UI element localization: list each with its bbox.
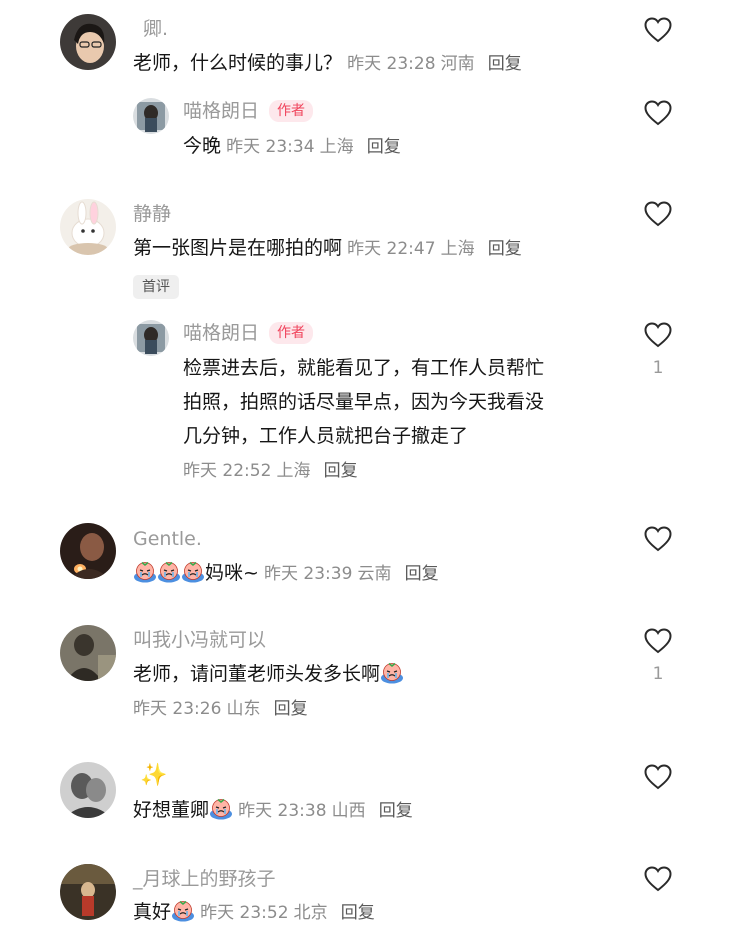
- comment-row: 好想董卿 昨天 23:38 山西 回复: [133, 798, 413, 823]
- comment-text: 好想董卿: [133, 799, 210, 821]
- reply-button[interactable]: 回复: [488, 239, 522, 259]
- comment-location: 山西: [331, 801, 366, 821]
- comment-location: 上海: [276, 461, 311, 481]
- comment-text: 妈咪~: [205, 562, 259, 584]
- reply-header: 喵格朗日 作者: [183, 99, 314, 123]
- comment-time: 昨天 23:28: [347, 54, 436, 74]
- comment-text: 第一张图片是在哪拍的啊: [133, 237, 343, 259]
- crying-emoji-icon: [181, 561, 205, 583]
- reply-header: 喵格朗日 作者: [183, 321, 314, 345]
- crying-emoji-icon: [171, 900, 195, 922]
- heart-outline-icon[interactable]: [644, 17, 672, 43]
- heart-outline-icon[interactable]: [644, 526, 672, 552]
- like-count: 1: [652, 358, 664, 378]
- heart-outline-icon[interactable]: [644, 100, 672, 126]
- comment-time: 昨天 23:26: [133, 699, 222, 719]
- author-badge: 作者: [269, 322, 314, 344]
- comment-time: 昨天 22:52: [183, 461, 272, 481]
- heart-outline-icon[interactable]: [644, 628, 672, 654]
- comment-time: 昨天 23:34: [226, 137, 315, 157]
- reply-button[interactable]: 回复: [274, 699, 308, 719]
- comment-row: 妈咪~ 昨天 23:39 云南 回复: [133, 561, 439, 586]
- crying-emoji-icon: [209, 798, 233, 820]
- comment-meta: 昨天 22:52 上海 回复: [183, 459, 358, 483]
- comment-row: 真好 昨天 23:52 北京 回复: [133, 900, 375, 925]
- username[interactable]: ✨: [140, 764, 167, 788]
- heart-outline-icon[interactable]: [644, 764, 672, 790]
- comment-text-line: 几分钟，工作人员就把台子撤走了: [183, 425, 469, 447]
- comment-text: 老师，请问董老师头发多长啊: [133, 663, 381, 685]
- heart-outline-icon[interactable]: [644, 322, 672, 348]
- comment-row: 老师，请问董老师头发多长啊: [133, 662, 404, 686]
- heart-outline-icon[interactable]: [644, 866, 672, 892]
- comment-text: 老师，什么时候的事儿？: [133, 52, 343, 74]
- username[interactable]: Gentle.: [133, 527, 202, 551]
- reply-button[interactable]: 回复: [341, 903, 375, 923]
- comment-text-line: 拍照，拍照的话尽量早点，因为今天我看没: [183, 391, 545, 413]
- avatar[interactable]: [60, 14, 116, 70]
- comment-location: 河南: [440, 54, 475, 74]
- reply-button[interactable]: 回复: [488, 54, 522, 74]
- crying-emoji-icon: [133, 561, 157, 583]
- like-count: 1: [652, 664, 664, 684]
- comment-text: 真好: [133, 901, 172, 923]
- reply-button[interactable]: 回复: [405, 564, 439, 584]
- comment-text: 检票进去后，就能看见了，有工作人员帮忙 拍照，拍照的话尽量早点，因为今天我看没 …: [183, 351, 544, 453]
- reply-button[interactable]: 回复: [367, 137, 401, 157]
- comment-location: 山东: [226, 699, 261, 719]
- username[interactable]: _月球上的野孩子: [133, 867, 276, 891]
- comment-row: 今晚 昨天 23:34 上海 回复: [183, 134, 401, 159]
- comment-location: 云南: [357, 564, 392, 584]
- comment-meta: 昨天 23:26 山东 回复: [133, 697, 308, 721]
- avatar[interactable]: [133, 98, 169, 134]
- reply-button[interactable]: 回复: [379, 801, 413, 821]
- comment-time: 昨天 22:47: [347, 239, 436, 259]
- username[interactable]: 喵格朗日: [183, 100, 259, 122]
- author-badge: 作者: [269, 100, 314, 122]
- username[interactable]: 喵格朗日: [183, 322, 259, 344]
- avatar[interactable]: [60, 523, 116, 579]
- heart-outline-icon[interactable]: [644, 201, 672, 227]
- comment-row: 第一张图片是在哪拍的啊 昨天 22:47 上海 回复: [133, 236, 522, 261]
- reply-button[interactable]: 回复: [324, 461, 358, 481]
- comment-row: 老师，什么时候的事儿？ 昨天 23:28 河南 回复: [133, 51, 522, 76]
- comment-time: 昨天 23:38: [238, 801, 327, 821]
- crying-emoji-icon: [380, 662, 404, 684]
- username[interactable]: 卿.: [143, 17, 168, 41]
- avatar[interactable]: [60, 762, 116, 818]
- username[interactable]: 静静: [133, 202, 171, 226]
- comment-time: 昨天 23:52: [200, 903, 289, 923]
- comment-location: 上海: [440, 239, 475, 259]
- comment-text: 今晚: [183, 135, 222, 157]
- avatar[interactable]: [60, 199, 116, 255]
- avatar[interactable]: [60, 864, 116, 920]
- crying-emoji-icon: [157, 561, 181, 583]
- comment-text-line: 检票进去后，就能看见了，有工作人员帮忙: [183, 357, 545, 379]
- avatar[interactable]: [60, 625, 116, 681]
- comment-location: 北京: [293, 903, 328, 923]
- first-comment-tag: 首评: [133, 275, 179, 299]
- comment-time: 昨天 23:39: [264, 564, 353, 584]
- comment-location: 上海: [319, 137, 354, 157]
- username[interactable]: 叫我小冯就可以: [133, 628, 266, 652]
- avatar[interactable]: [133, 320, 169, 356]
